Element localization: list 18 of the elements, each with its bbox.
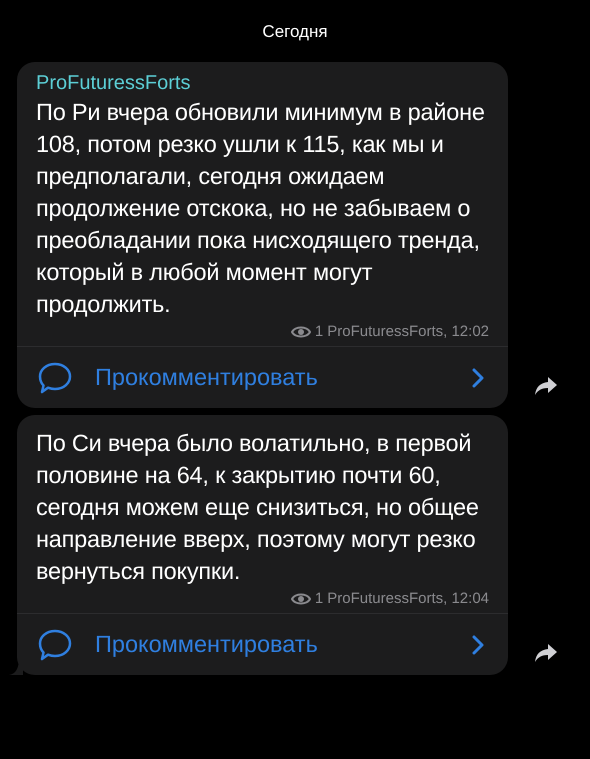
view-count: 1	[314, 589, 324, 609]
share-button[interactable]	[534, 643, 558, 663]
message-text: По Ри вчера обновили минимум в районе 108, потом резко ушли к 115, как мы и предполагали, сегодня ожидаем продолжение отскока, но не забываем о преобладании пока нисходящего тренда, который в любой момент могут продолжить.	[36, 98, 486, 319]
speech-bubble-icon	[37, 628, 73, 662]
eye-icon	[290, 325, 311, 339]
comment-button[interactable]: Прокомментировать	[17, 346, 508, 408]
date-header: Сегодня	[262, 21, 328, 43]
share-button[interactable]	[534, 376, 558, 396]
chevron-right-icon	[472, 368, 484, 388]
signature-time: ProFuturessForts, 12:04	[327, 589, 489, 609]
view-count: 1	[314, 322, 324, 342]
comment-button[interactable]: Прокомментировать	[17, 613, 508, 675]
message-text: По Си вчера было волатильно, в первой половине на 64, к закрытию почти 60, сегодня можем еще снизиться, но общее направление вверх, поэтому могут резко вернуться покупки.	[36, 429, 480, 586]
chevron-right-icon	[472, 634, 484, 654]
speech-bubble-icon	[37, 360, 73, 394]
signature-time: ProFuturessForts, 12:02	[327, 322, 489, 342]
eye-icon	[290, 592, 311, 606]
author-name[interactable]: ProFuturessForts	[36, 70, 489, 96]
